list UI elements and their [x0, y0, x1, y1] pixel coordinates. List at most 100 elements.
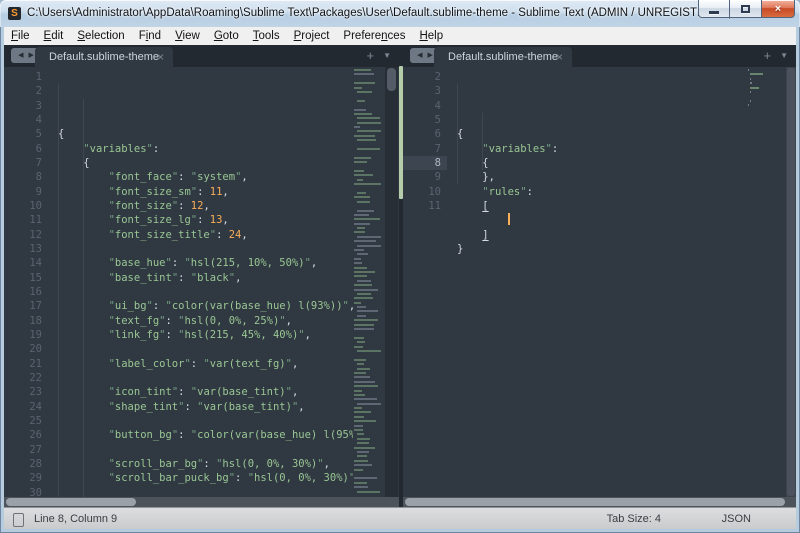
right-horizontal-scroll-puck[interactable] — [405, 498, 785, 506]
gutter-line-number: 25 — [4, 414, 48, 428]
tab-overflow-icon[interactable]: ▼ — [780, 47, 788, 65]
minimize-button[interactable] — [698, 0, 730, 18]
title-bar[interactable]: S C:\Users\Administrator\AppData\Roaming… — [0, 0, 800, 27]
code-line — [457, 213, 748, 227]
left-minimap[interactable] — [353, 69, 381, 497]
code-line — [58, 242, 353, 256]
gutter-line-number: 4 — [403, 99, 447, 113]
tab-size-indicator[interactable]: Tab Size: 4 — [607, 513, 661, 525]
code-line — [457, 256, 748, 270]
menu-item-view[interactable]: View — [168, 29, 207, 43]
new-tab-icon[interactable]: + — [366, 47, 374, 65]
right-horizontal-scrollbar[interactable] — [403, 497, 796, 507]
menu-item-tools[interactable]: Tools — [246, 29, 287, 43]
indent-guide — [83, 99, 84, 497]
code-line: "variables": — [58, 142, 353, 156]
code-line: "label_color": "var(text_fg)", — [58, 357, 353, 371]
gutter-line-number: 3 — [403, 84, 447, 98]
indent-guide — [457, 84, 458, 184]
editor-area: ◀ ▶ Default.sublime-theme × + ▼ 12345678… — [4, 45, 796, 507]
window-title: C:\Users\Administrator\AppData\Roaming\S… — [27, 7, 733, 19]
code-line: "font_size": 12, — [58, 199, 353, 213]
code-line — [58, 371, 353, 385]
code-line — [58, 486, 353, 497]
left-horizontal-scroll-puck[interactable] — [6, 498, 136, 506]
indent-guide — [58, 84, 59, 497]
menu-item-file[interactable]: File — [4, 29, 37, 43]
gutter-line-number: 29 — [4, 471, 48, 485]
menu-item-help[interactable]: Help — [412, 29, 450, 43]
gutter-line-number: 3 — [4, 99, 48, 113]
left-code[interactable]: { "variables": { "font_face": "system", … — [48, 67, 353, 497]
tab-controls: + ▼ — [366, 47, 391, 65]
code-line: "variables": — [457, 142, 748, 156]
gutter-line-number: 5 — [4, 127, 48, 141]
left-vertical-scrollbar[interactable] — [385, 67, 398, 497]
code-line: "text_fg": "hsl(0, 0%, 25%)", — [58, 314, 353, 328]
gutter-line-number: 1 — [4, 70, 48, 84]
code-line: { — [457, 156, 748, 170]
gutter-line-number: 24 — [4, 400, 48, 414]
code-line — [58, 443, 353, 457]
code-line: { — [58, 127, 353, 141]
tab-forward-icon[interactable]: ▶ — [29, 48, 34, 63]
code-line: "shape_tint": "var(base_tint)", — [58, 400, 353, 414]
window-controls: × — [698, 0, 795, 18]
menu-item-preferences[interactable]: Preferences — [336, 29, 412, 43]
tab-default-sublime-theme[interactable]: Default.sublime-theme × — [434, 47, 572, 67]
gutter-line-number: 18 — [4, 314, 48, 328]
code-line: }, — [457, 170, 748, 184]
tab-forward-icon[interactable]: ▶ — [428, 48, 433, 63]
gutter-line-number: 6 — [4, 142, 48, 156]
gutter-line-number: 27 — [4, 443, 48, 457]
right-vertical-scroll-puck[interactable] — [787, 68, 795, 496]
maximize-icon — [741, 5, 750, 13]
new-tab-icon[interactable]: + — [763, 47, 771, 65]
gutter-line-number: 10 — [4, 199, 48, 213]
left-editor[interactable]: 1234567891011121314151617181920212223242… — [4, 67, 399, 497]
tab-controls: + ▼ — [763, 47, 788, 65]
tab-default-sublime-theme[interactable]: Default.sublime-theme × — [35, 47, 173, 67]
right-code[interactable]: { "variables": { }, "rules": [ ]} — [447, 67, 748, 497]
close-icon: × — [775, 1, 781, 17]
right-vertical-scrollbar[interactable] — [786, 67, 796, 497]
right-minimap[interactable] — [748, 69, 776, 497]
left-horizontal-scrollbar[interactable] — [4, 497, 399, 507]
left-vertical-scroll-puck[interactable] — [387, 68, 396, 91]
tab-close-icon[interactable]: × — [157, 47, 164, 68]
cursor-position-text: Line 8, Column 9 — [34, 513, 117, 525]
status-panel-icon[interactable] — [13, 513, 24, 527]
code-line: "ui_bg": "color(var(base_hue) l(93%))", — [58, 299, 353, 313]
tab-back-icon[interactable]: ◀ — [18, 48, 23, 63]
indent-guide — [482, 113, 483, 170]
code-line: { — [457, 127, 748, 141]
tab-back-icon[interactable]: ◀ — [417, 48, 422, 63]
gutter-line-number: 14 — [4, 256, 48, 270]
maximize-button[interactable] — [730, 0, 761, 18]
tab-close-icon[interactable]: × — [556, 47, 563, 68]
syntax-indicator[interactable]: JSON — [722, 513, 751, 525]
app-window: S C:\Users\Administrator\AppData\Roaming… — [0, 0, 800, 533]
gutter-line-number: 26 — [4, 428, 48, 442]
gutter-line-number: 10 — [403, 185, 447, 199]
left-tab-bar: ◀ ▶ Default.sublime-theme × + ▼ — [4, 45, 399, 67]
menu-item-goto[interactable]: Goto — [207, 29, 246, 43]
menu-item-find[interactable]: Find — [132, 29, 168, 43]
code-line: "base_tint": "black", — [58, 271, 353, 285]
gutter-line-number: 12 — [4, 228, 48, 242]
code-line: "font_size_lg": 13, — [58, 213, 353, 227]
menu-item-edit[interactable]: Edit — [37, 29, 71, 43]
menu-item-selection[interactable]: Selection — [70, 29, 131, 43]
right-editor[interactable]: 234567891011 { "variables": { }, "rules"… — [403, 67, 796, 497]
right-pane: ◀ ▶ Default.sublime-theme × + ▼ 23456789… — [403, 45, 796, 507]
gutter-line-number: 30 — [4, 486, 48, 497]
close-button[interactable]: × — [761, 0, 795, 18]
tab-overflow-icon[interactable]: ▼ — [383, 47, 391, 65]
gutter-line-number: 8 — [403, 156, 447, 170]
menu-item-project[interactable]: Project — [287, 29, 337, 43]
gutter-line-number: 7 — [4, 156, 48, 170]
gutter-line-number: 22 — [4, 371, 48, 385]
code-line: { — [58, 156, 353, 170]
code-line: [ — [457, 199, 748, 213]
status-bar: Line 8, Column 9 Tab Size: 4 JSON — [4, 507, 796, 529]
